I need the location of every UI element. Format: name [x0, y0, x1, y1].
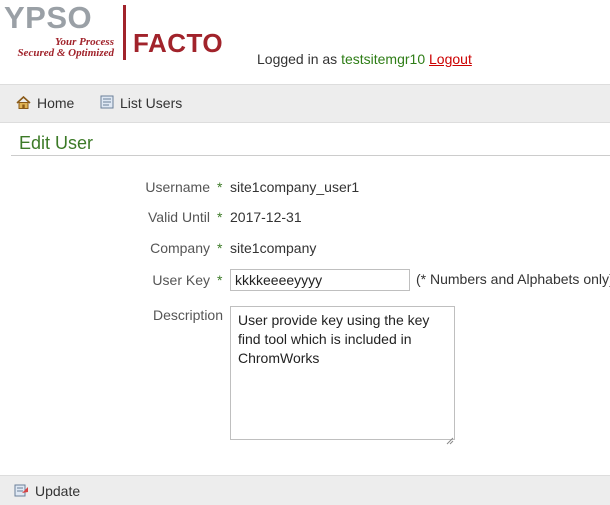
logo-divider — [123, 5, 126, 60]
logo-facto-text: FACTO — [133, 28, 224, 58]
edit-user-page: YPSO Your Process Secured & Optimized FA… — [0, 0, 610, 505]
user-key-input[interactable] — [230, 269, 410, 291]
required-mark: * — [217, 240, 223, 256]
page-title: Edit User — [19, 133, 94, 153]
logged-in-prefix: Logged in as — [257, 51, 338, 67]
nav-bar: Home List Users — [0, 84, 610, 123]
valid-until-value: 2017-12-31 — [230, 209, 302, 225]
logged-in-username: testsitemgr10 — [341, 51, 426, 67]
footer-toolbar: Update — [0, 475, 610, 505]
list-users-icon — [100, 86, 114, 123]
update-icon — [14, 477, 29, 505]
description-label: Description — [152, 307, 223, 323]
description-textarea[interactable]: User provide key using the key find tool… — [230, 306, 455, 440]
required-mark: * — [217, 179, 223, 195]
update-button-label: Update — [35, 483, 81, 499]
header: YPSO Your Process Secured & Optimized FA… — [0, 0, 610, 84]
company-value: site1company — [230, 240, 317, 256]
update-button[interactable]: Update — [14, 476, 80, 505]
username-value: site1company_user1 — [230, 179, 360, 195]
home-icon — [16, 86, 31, 123]
nav-list-users[interactable]: List Users — [100, 85, 182, 122]
user-key-hint: (* Numbers and Alphabets only) — [416, 271, 610, 287]
username-label: Username — [145, 179, 210, 195]
login-info: Logged in as testsitemgr10 Logout — [257, 51, 472, 67]
nav-home[interactable]: Home — [16, 85, 74, 122]
logo-ypso-text: YPSO — [4, 0, 93, 35]
company-label: Company — [150, 240, 210, 256]
logo-tagline-2: Secured & Optimized — [17, 47, 114, 59]
user-key-label: User Key — [152, 272, 210, 288]
resize-grip-icon[interactable] — [446, 432, 454, 450]
required-mark: * — [217, 272, 223, 288]
nav-home-label: Home — [37, 95, 75, 111]
nav-list-users-label: List Users — [120, 95, 183, 111]
logout-link[interactable]: Logout — [429, 51, 472, 67]
required-mark: * — [217, 209, 223, 225]
valid-until-label: Valid Until — [148, 209, 210, 225]
title-divider — [11, 155, 610, 156]
